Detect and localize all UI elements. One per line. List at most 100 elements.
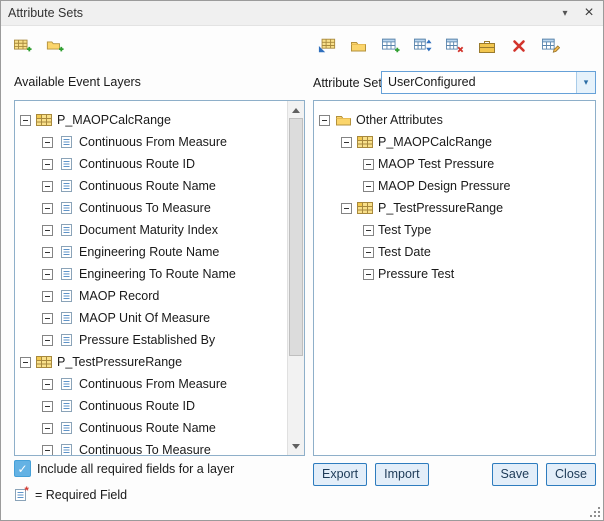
- tree-item[interactable]: Other Attributes: [314, 109, 595, 131]
- include-required-fields-checkbox[interactable]: [14, 460, 31, 477]
- event-layer-icon: [35, 354, 53, 370]
- toolbar-layer-plus-button[interactable]: [11, 34, 34, 57]
- collapse-minus-icon[interactable]: [42, 137, 53, 148]
- tree-item[interactable]: Continuous Route ID: [15, 153, 287, 175]
- event-layer-icon: [356, 200, 374, 216]
- tree-item[interactable]: Test Type: [314, 219, 595, 241]
- tree-item[interactable]: MAOP Test Pressure: [314, 153, 595, 175]
- field-icon: [57, 376, 75, 392]
- event-layer-icon: [356, 134, 374, 150]
- folder-icon: [350, 38, 368, 54]
- collapse-minus-icon[interactable]: [42, 401, 53, 412]
- close-button[interactable]: Close: [546, 463, 596, 486]
- toolbar-table-arrows-button[interactable]: [411, 34, 434, 57]
- tree-item[interactable]: Test Date: [314, 241, 595, 263]
- table-plus-icon: [382, 38, 400, 54]
- collapse-minus-icon[interactable]: [42, 247, 53, 258]
- collapse-minus-icon[interactable]: [42, 269, 53, 280]
- toolbar-briefcase-button[interactable]: [475, 34, 498, 57]
- required-field-icon: *: [13, 485, 33, 502]
- collapse-minus-icon[interactable]: [20, 357, 31, 368]
- collapse-minus-icon[interactable]: [363, 225, 374, 236]
- briefcase-icon: [478, 38, 496, 54]
- collapse-minus-icon[interactable]: [42, 379, 53, 390]
- tree-item[interactable]: Continuous To Measure: [15, 197, 287, 219]
- toolbar-red-x-button[interactable]: [507, 34, 530, 57]
- layer-plus-icon: [14, 38, 32, 54]
- tree-item[interactable]: MAOP Unit Of Measure: [15, 307, 287, 329]
- field-icon: [57, 442, 75, 455]
- toolbar-folder-plus-button[interactable]: [43, 34, 66, 57]
- titlebar-buttons: ▾ ×: [558, 5, 596, 21]
- tree-item[interactable]: Pressure Test: [314, 263, 595, 285]
- toolbar-table-x-button[interactable]: [443, 34, 466, 57]
- include-required-fields-label: Include all required fields for a layer: [37, 462, 234, 476]
- tree-item-label: Test Type: [378, 223, 431, 237]
- collapse-minus-icon[interactable]: [42, 225, 53, 236]
- collapse-minus-icon[interactable]: [363, 159, 374, 170]
- tree-item-label: Continuous Route ID: [79, 157, 195, 171]
- toolbar-right-group: [315, 34, 562, 57]
- tree-item[interactable]: Continuous Route Name: [15, 417, 287, 439]
- collapse-minus-icon[interactable]: [42, 423, 53, 434]
- scrollbar[interactable]: [287, 101, 304, 455]
- collapse-minus-icon[interactable]: [341, 137, 352, 148]
- tree-item[interactable]: P_MAOPCalcRange: [314, 131, 595, 153]
- tree-item[interactable]: Continuous From Measure: [15, 131, 287, 153]
- field-icon: [57, 398, 75, 414]
- collapse-minus-icon[interactable]: [363, 181, 374, 192]
- collapse-minus-icon[interactable]: [42, 445, 53, 456]
- collapse-minus-icon[interactable]: [319, 115, 330, 126]
- window-title: Attribute Sets: [8, 6, 83, 20]
- toolbar-table-plus-button[interactable]: [379, 34, 402, 57]
- tree-item-label: MAOP Unit Of Measure: [79, 311, 210, 325]
- collapse-minus-icon[interactable]: [363, 247, 374, 258]
- collapse-minus-icon[interactable]: [42, 181, 53, 192]
- export-button[interactable]: Export: [313, 463, 367, 486]
- tree-item[interactable]: P_TestPressureRange: [15, 351, 287, 373]
- collapse-minus-icon[interactable]: [42, 159, 53, 170]
- close-icon[interactable]: ×: [582, 5, 596, 21]
- tree-item[interactable]: Engineering Route Name: [15, 241, 287, 263]
- collapse-minus-icon[interactable]: [341, 203, 352, 214]
- table-x-icon: [446, 38, 464, 54]
- tree-item-label: MAOP Test Pressure: [378, 157, 494, 171]
- tree-item[interactable]: Continuous To Measure: [15, 439, 287, 455]
- save-button[interactable]: Save: [492, 463, 539, 486]
- attribute-set-label: Attribute Set:: [313, 76, 385, 90]
- collapse-minus-icon[interactable]: [42, 203, 53, 214]
- scroll-thumb[interactable]: [289, 118, 303, 356]
- scroll-down-icon[interactable]: [288, 438, 304, 454]
- tree-item-label: MAOP Record: [79, 289, 159, 303]
- tree-item[interactable]: MAOP Design Pressure: [314, 175, 595, 197]
- field-icon: [57, 156, 75, 172]
- tree-item-label: P_MAOPCalcRange: [57, 113, 171, 127]
- tree-item[interactable]: Engineering To Route Name: [15, 263, 287, 285]
- tree-item[interactable]: Continuous Route Name: [15, 175, 287, 197]
- tree-item[interactable]: Continuous Route ID: [15, 395, 287, 417]
- collapse-minus-icon[interactable]: [42, 313, 53, 324]
- collapse-minus-icon[interactable]: [363, 269, 374, 280]
- tree-item[interactable]: P_TestPressureRange: [314, 197, 595, 219]
- tree-item[interactable]: Document Maturity Index: [15, 219, 287, 241]
- resize-grip[interactable]: [588, 505, 600, 517]
- toolbar-table-edit-button[interactable]: [539, 34, 562, 57]
- collapse-minus-icon[interactable]: [42, 291, 53, 302]
- tree-item-label: Other Attributes: [356, 113, 443, 127]
- scroll-up-icon[interactable]: [288, 102, 304, 118]
- attribute-set-dropdown[interactable]: UserConfigured ▾: [381, 71, 596, 94]
- chevron-down-icon[interactable]: ▾: [576, 72, 595, 93]
- collapse-minus-icon[interactable]: [42, 335, 53, 346]
- collapse-minus-icon[interactable]: [20, 115, 31, 126]
- tree-item[interactable]: Continuous From Measure: [15, 373, 287, 395]
- attribute-set-panel: Other Attributes P_MAOPCalcRange MAOP Test…: [313, 100, 596, 456]
- tree-item[interactable]: Pressure Established By: [15, 329, 287, 351]
- tree-item-label: P_MAOPCalcRange: [378, 135, 492, 149]
- import-button[interactable]: Import: [375, 463, 428, 486]
- tree-item[interactable]: MAOP Record: [15, 285, 287, 307]
- toolbar-layer-arrow-button[interactable]: [315, 34, 338, 57]
- tree-item[interactable]: P_MAOPCalcRange: [15, 109, 287, 131]
- window-menu-icon[interactable]: ▾: [558, 5, 572, 21]
- titlebar: Attribute Sets ▾ ×: [1, 1, 603, 26]
- toolbar-folder-button[interactable]: [347, 34, 370, 57]
